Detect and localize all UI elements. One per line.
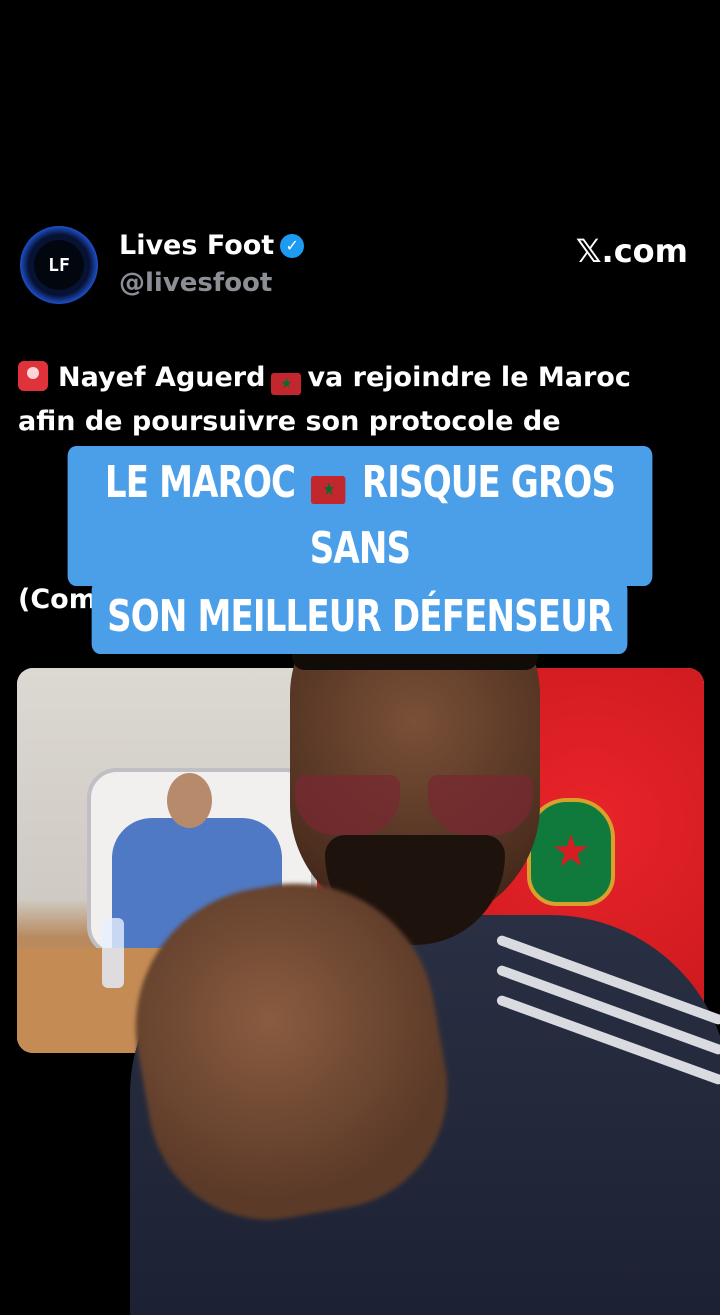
caption-part-a: LE MAROC xyxy=(104,457,296,508)
avatar[interactable]: LF xyxy=(20,226,98,304)
sunglasses-left xyxy=(295,775,400,835)
caption-line-1: LE MAROC ★ RISQUE GROS SANS xyxy=(67,446,653,586)
account-name[interactable]: Lives Foot ✓ xyxy=(119,230,305,261)
presenter xyxy=(60,580,720,1315)
tweet-text-part1: Nayef Aguerd xyxy=(58,362,266,393)
tweet-header: LF Lives Foot ✓ @livesfoot 𝕏.com xyxy=(20,226,700,306)
caption-part-b: RISQUE GROS SANS xyxy=(309,457,616,574)
tweet-text-part2: va rejoindre le Maroc xyxy=(307,362,631,393)
caption-overlay: LE MAROC ★ RISQUE GROS SANS SON MEILLEUR… xyxy=(20,446,700,654)
siren-icon xyxy=(18,361,48,391)
sunglasses-right xyxy=(428,775,533,835)
x-logo: 𝕏.com xyxy=(575,232,688,270)
account-handle[interactable]: @livesfoot xyxy=(119,268,272,298)
morocco-flag-icon: ★ xyxy=(311,476,346,504)
verified-badge-icon: ✓ xyxy=(280,234,305,258)
tweet-line-2: afin de poursuivre son protocole de xyxy=(18,406,561,437)
account-name-text: Lives Foot xyxy=(119,230,275,261)
tweet-line-1: Nayef Aguerd ★ va rejoindre le Maroc xyxy=(18,356,708,400)
avatar-logo: LF xyxy=(34,240,84,290)
caption-line-2: SON MEILLEUR DÉFENSEUR xyxy=(91,580,629,654)
morocco-flag-icon: ★ xyxy=(271,373,302,395)
tweet-text: Nayef Aguerd ★ va rejoindre le Maroc afin … xyxy=(18,356,708,444)
